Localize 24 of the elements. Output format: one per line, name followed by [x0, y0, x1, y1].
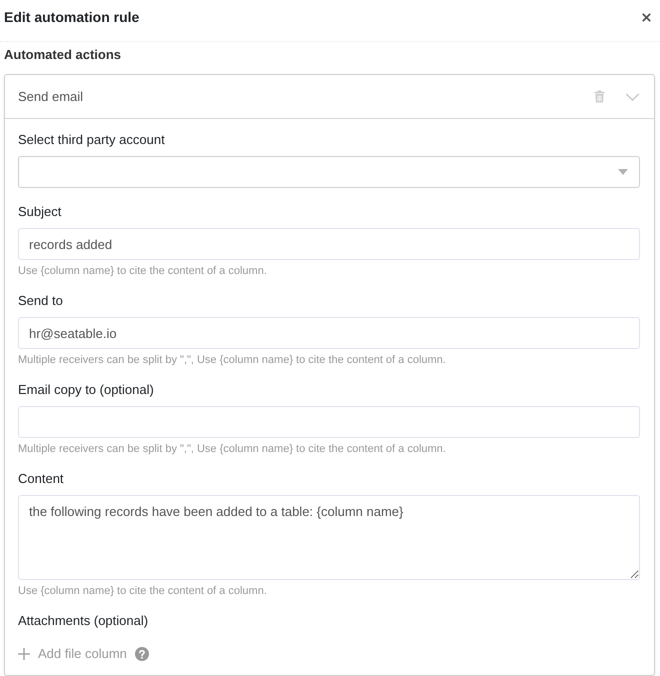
field-label: Email copy to (optional) — [18, 381, 155, 399]
hint-text: Multiple receivers can be split by ",", Use {column name} to cite the content of a column. — [18, 353, 447, 368]
hint-text: Multiple receivers can be split by ",", Use {column name} to cite the content of a column. — [18, 442, 447, 457]
section-title: Automated actions — [3, 46, 122, 64]
action-title: Send email — [18, 89, 84, 104]
field-label: Send to — [18, 292, 64, 310]
hint-text: Use {column name} to cite the content of a column. — [18, 584, 268, 599]
field-label: Content — [18, 470, 65, 488]
hint-text: Use {column name} to cite the content of a column. — [18, 264, 268, 279]
dialog-title: Edit automation rule — [4, 8, 140, 27]
field-label: Attachments (optional) — [18, 612, 150, 630]
field-label: Subject — [18, 203, 62, 221]
textarea-field[interactable]: the following records have been added to a table: {column name} — [18, 495, 640, 580]
text-field[interactable] — [18, 406, 640, 438]
text-field[interactable]: records added — [18, 228, 640, 260]
close-icon[interactable] — [642, 12, 651, 22]
caret-icon — [618, 169, 628, 175]
select-field[interactable] — [18, 156, 640, 188]
text-field[interactable]: hr@seatable.io — [18, 317, 640, 349]
trash-icon[interactable] — [594, 90, 605, 103]
chevron-icon[interactable] — [625, 92, 640, 100]
field-label: Select third party account — [18, 131, 166, 149]
help-icon[interactable] — [134, 646, 149, 660]
plus-icon — [18, 648, 30, 660]
